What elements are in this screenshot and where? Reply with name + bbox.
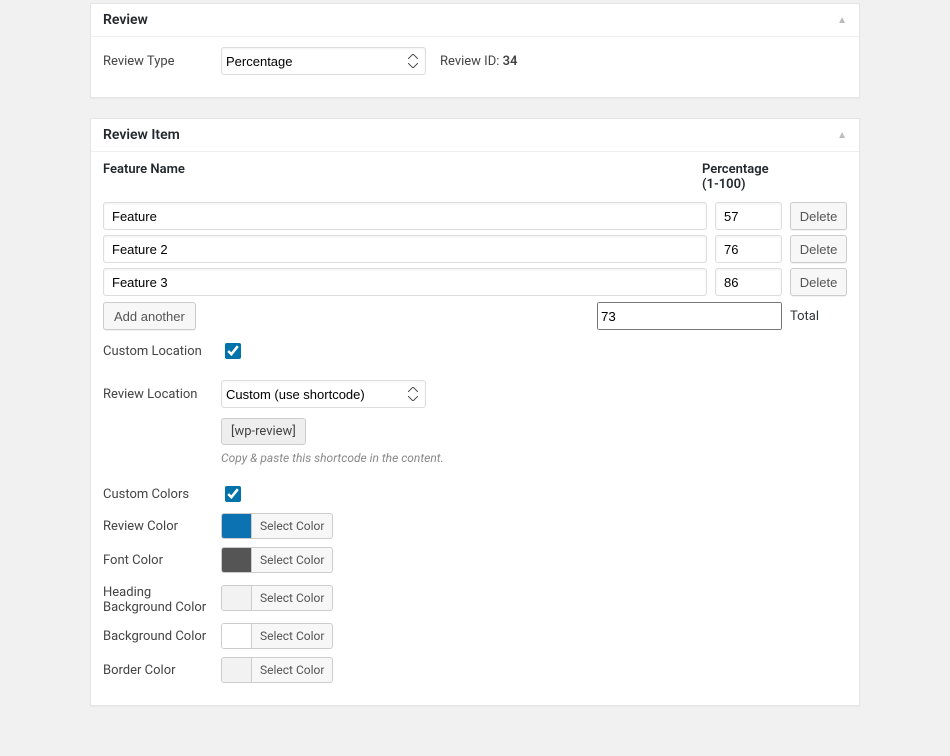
color-swatch — [222, 548, 252, 572]
review-item-panel-header: Review Item ▲ — [91, 119, 859, 152]
review-id-value: 34 — [503, 54, 518, 69]
color-picker[interactable]: Select Color — [221, 585, 333, 611]
feature-row: Delete — [103, 202, 847, 230]
color-row: Background Color Select Color — [103, 623, 847, 649]
color-label: Background Color — [103, 629, 221, 644]
color-swatch — [222, 624, 252, 648]
delete-button[interactable]: Delete — [790, 268, 847, 296]
color-swatch — [222, 658, 252, 682]
shortcode-row: [wp-review] Copy & paste this shortcode … — [103, 418, 847, 465]
select-color-button[interactable]: Select Color — [252, 624, 332, 648]
total-input[interactable] — [597, 302, 782, 330]
add-another-button[interactable]: Add another — [103, 302, 196, 330]
feature-row: Delete — [103, 235, 847, 263]
color-picker[interactable]: Select Color — [221, 547, 333, 573]
custom-location-label: Custom Location — [103, 344, 221, 359]
custom-location-row: Custom Location — [103, 340, 847, 362]
color-swatch — [222, 514, 252, 538]
color-row: Heading Background Color Select Color — [103, 581, 847, 615]
custom-colors-checkbox[interactable] — [225, 486, 241, 502]
percentage-header: Percentage (1-100) — [702, 162, 777, 192]
color-label: Font Color — [103, 553, 221, 568]
shortcode-box[interactable]: [wp-review] — [221, 418, 306, 445]
review-panel-title: Review — [103, 12, 148, 28]
review-item-panel: Review Item ▲ Feature Name Percentage (1… — [90, 118, 860, 706]
custom-colors-label: Custom Colors — [103, 487, 221, 502]
feature-percentage-input[interactable] — [715, 202, 782, 230]
feature-percentage-input[interactable] — [715, 268, 782, 296]
color-label: Review Color — [103, 519, 221, 534]
feature-name-input[interactable] — [103, 268, 707, 296]
color-label: Heading Background Color — [103, 581, 221, 615]
feature-table-header: Feature Name Percentage (1-100) — [103, 162, 847, 192]
color-row: Border Color Select Color — [103, 657, 847, 683]
review-location-label: Review Location — [103, 387, 221, 402]
color-swatch — [222, 586, 252, 610]
collapse-icon[interactable]: ▲ — [837, 15, 847, 26]
review-id-label: Review ID: — [440, 54, 499, 69]
delete-button[interactable]: Delete — [790, 235, 847, 263]
color-picker[interactable]: Select Color — [221, 623, 333, 649]
shortcode-hint: Copy & paste this shortcode in the conte… — [221, 451, 444, 465]
feature-name-input[interactable] — [103, 235, 707, 263]
review-location-select[interactable]: Custom (use shortcode) — [221, 380, 426, 408]
custom-location-checkbox[interactable] — [225, 343, 241, 359]
feature-row: Delete — [103, 268, 847, 296]
select-color-button[interactable]: Select Color — [252, 586, 332, 610]
color-label: Border Color — [103, 663, 221, 678]
total-label: Total — [790, 302, 847, 330]
select-color-button[interactable]: Select Color — [252, 514, 332, 538]
review-panel-header: Review ▲ — [91, 4, 859, 37]
select-color-button[interactable]: Select Color — [252, 548, 332, 572]
color-picker[interactable]: Select Color — [221, 513, 333, 539]
review-type-label: Review Type — [103, 54, 221, 69]
review-panel: Review ▲ Review Type Percentage Review I… — [90, 3, 860, 98]
review-type-select[interactable]: Percentage — [221, 47, 426, 75]
review-type-row: Review Type Percentage Review ID: 34 — [103, 47, 847, 75]
color-row: Font Color Select Color — [103, 547, 847, 573]
collapse-icon[interactable]: ▲ — [837, 130, 847, 141]
feature-name-header: Feature Name — [103, 162, 694, 192]
color-row: Review Color Select Color — [103, 513, 847, 539]
custom-colors-row: Custom Colors — [103, 483, 847, 505]
select-color-button[interactable]: Select Color — [252, 658, 332, 682]
feature-percentage-input[interactable] — [715, 235, 782, 263]
review-id: Review ID: 34 — [440, 54, 517, 69]
review-item-panel-title: Review Item — [103, 127, 180, 143]
color-picker[interactable]: Select Color — [221, 657, 333, 683]
review-location-row: Review Location Custom (use shortcode) — [103, 380, 847, 408]
feature-name-input[interactable] — [103, 202, 707, 230]
delete-button[interactable]: Delete — [790, 202, 847, 230]
